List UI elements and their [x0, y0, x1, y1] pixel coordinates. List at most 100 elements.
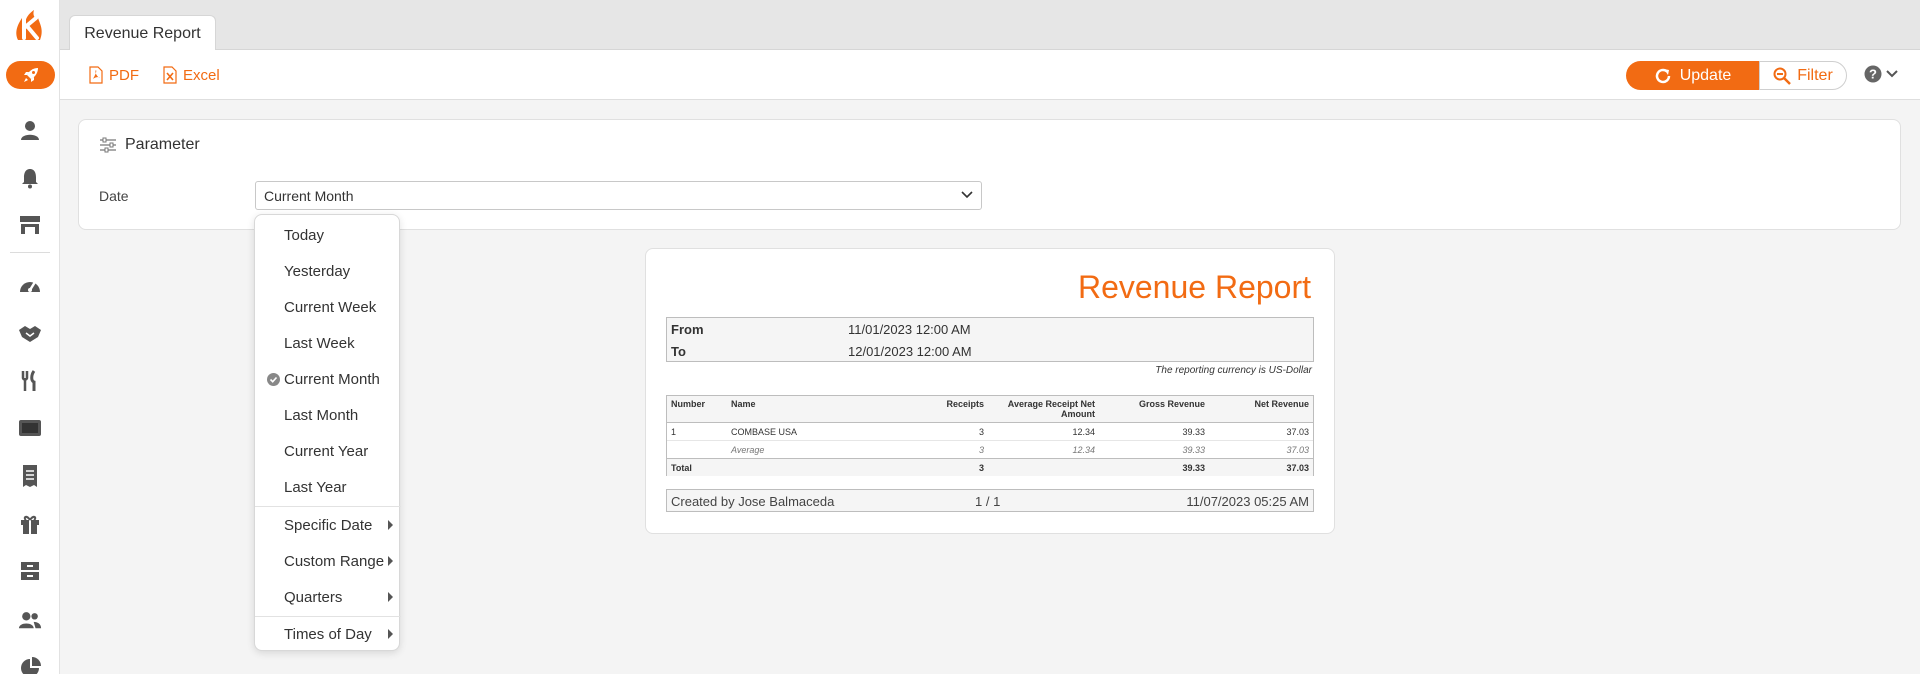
cell-name: Average	[731, 445, 765, 455]
to-label: To	[671, 343, 686, 359]
terminal-device-icon[interactable]	[18, 416, 42, 440]
report-title: Revenue Report	[1077, 269, 1311, 305]
app-logo-icon[interactable]	[10, 6, 50, 46]
from-label: From	[671, 321, 704, 337]
parameter-title: Parameter	[125, 136, 200, 153]
dropdown-item-label: Yesterday	[284, 262, 351, 280]
users-group-icon[interactable]	[18, 608, 42, 632]
cell-receipts: 3	[978, 463, 984, 473]
column-header: Number	[671, 399, 706, 409]
filter-button[interactable]: Filter	[1759, 61, 1847, 90]
tab-revenue-report[interactable]: Revenue Report	[69, 15, 216, 51]
report-period: From 11/01/2023 12:00 AM To 12/01/2023 1…	[666, 317, 1314, 362]
period-to-row: To 12/01/2023 12:00 AM	[667, 340, 1313, 362]
dropdown-item-specific-date[interactable]: Specific Date	[255, 510, 401, 540]
cell-avg: 12.34	[1072, 427, 1095, 437]
dropdown-divider	[255, 616, 401, 617]
refresh-icon	[1655, 68, 1670, 83]
page-number: 1 / 1	[975, 494, 1001, 509]
dropdown-item-label: Last Year	[284, 478, 347, 496]
rocket-icon	[23, 68, 38, 82]
dropdown-item-label: Current Year	[284, 442, 369, 460]
zoom-out-search-icon	[1773, 67, 1792, 85]
currency-note: The reporting currency is US-Dollar	[1155, 365, 1312, 376]
cutlery-icon[interactable]	[18, 369, 42, 393]
handshake-icon[interactable]	[18, 321, 42, 345]
column-header: Name	[731, 399, 756, 409]
table-row: 1 COMBASE USA 3 12.34 39.33 37.03	[667, 423, 1313, 441]
bell-icon[interactable]	[18, 166, 42, 190]
from-value: 11/01/2023 12:00 AM	[848, 321, 971, 337]
dropdown-item-today[interactable]: Today	[255, 220, 401, 250]
date-dropdown-menu: Today Yesterday Current Week Last Week C…	[254, 214, 401, 651]
dropdown-item-current-month[interactable]: Current Month	[255, 364, 401, 394]
dropdown-item-yesterday[interactable]: Yesterday	[255, 256, 401, 286]
dropdown-item-label: Custom Range	[284, 552, 385, 570]
cell-receipts: 3	[978, 427, 984, 437]
update-button[interactable]: Update	[1626, 61, 1759, 90]
submenu-arrow-icon	[388, 520, 393, 530]
column-header: Gross Revenue	[1138, 399, 1205, 409]
dropdown-item-last-year[interactable]: Last Year	[255, 472, 401, 502]
dropdown-divider	[255, 506, 401, 507]
store-icon[interactable]	[18, 213, 42, 237]
cell-avg: 12.34	[1072, 445, 1095, 455]
update-label: Update	[1679, 66, 1732, 84]
cell-number: 1	[671, 427, 677, 437]
archive-drawer-icon[interactable]	[18, 559, 42, 583]
date-select[interactable]: Current Month	[255, 181, 982, 210]
column-header: Net Revenue	[1254, 399, 1309, 409]
pie-chart-icon[interactable]	[18, 656, 42, 674]
dropdown-item-label: Current Month	[284, 370, 380, 388]
dropdown-item-last-month[interactable]: Last Month	[255, 400, 401, 430]
action-button-group: Update Filter	[1626, 61, 1847, 90]
column-header: Receipts	[946, 399, 984, 409]
created-by: Created by Jose Balmaceda	[671, 494, 835, 509]
cell-gross: 39.33	[1182, 445, 1205, 455]
submenu-arrow-icon	[388, 556, 393, 566]
dropdown-item-custom-range[interactable]: Custom Range	[255, 546, 401, 576]
svg-text:?: ?	[1869, 67, 1877, 82]
dropdown-item-label: Quarters	[284, 588, 343, 606]
table-row-average: Average 3 12.34 39.33 37.03	[667, 441, 1313, 459]
to-value: 12/01/2023 12:00 AM	[848, 343, 972, 359]
help-menu[interactable]: ?	[1864, 65, 1898, 83]
tab-bar: Revenue Report	[60, 0, 1920, 51]
dropdown-item-current-week[interactable]: Current Week	[255, 292, 401, 322]
dropdown-item-current-year[interactable]: Current Year	[255, 436, 401, 466]
cell-number: Total	[671, 463, 692, 473]
dropdown-item-times-of-day[interactable]: Times of Day	[255, 619, 401, 649]
chevron-down-icon	[1886, 70, 1898, 78]
quick-start-button[interactable]	[6, 61, 55, 89]
cell-gross: 39.33	[1182, 427, 1205, 437]
help-icon: ?	[1864, 65, 1882, 83]
chevron-down-icon	[961, 191, 973, 199]
user-icon[interactable]	[18, 118, 42, 142]
pdf-label: PDF	[109, 66, 139, 84]
dropdown-item-label: Last Month	[284, 406, 359, 424]
pdf-file-icon	[89, 66, 103, 84]
cell-net: 37.03	[1286, 427, 1309, 437]
period-from-row: From 11/01/2023 12:00 AM	[667, 318, 1313, 340]
gift-icon[interactable]	[18, 512, 42, 536]
dropdown-item-label: Today	[284, 226, 325, 244]
dropdown-item-quarters[interactable]: Quarters	[255, 582, 401, 612]
cell-receipts: 3	[978, 445, 984, 455]
filter-label: Filter	[1797, 66, 1833, 84]
receipt-icon[interactable]	[18, 464, 42, 488]
dropdown-item-label: Times of Day	[284, 625, 372, 643]
toolbar: PDF Excel Update Filter ?	[60, 50, 1920, 100]
dashboard-gauge-icon[interactable]	[18, 273, 42, 297]
cell-net: 37.03	[1286, 463, 1309, 473]
pdf-export-button[interactable]: PDF	[89, 50, 139, 100]
report-footer: Created by Jose Balmaceda 1 / 1 11/07/20…	[666, 489, 1314, 512]
check-circle-icon	[267, 373, 280, 386]
table-header: Number Name Receipts Average Receipt Net…	[667, 396, 1313, 423]
excel-export-button[interactable]: Excel	[163, 50, 220, 100]
cell-net: 37.03	[1286, 445, 1309, 455]
cell-gross: 39.33	[1182, 463, 1205, 473]
submenu-arrow-icon	[388, 629, 393, 639]
dropdown-item-last-week[interactable]: Last Week	[255, 328, 401, 358]
revenue-table: Number Name Receipts Average Receipt Net…	[666, 395, 1314, 476]
cell-name: COMBASE USA	[731, 427, 798, 437]
